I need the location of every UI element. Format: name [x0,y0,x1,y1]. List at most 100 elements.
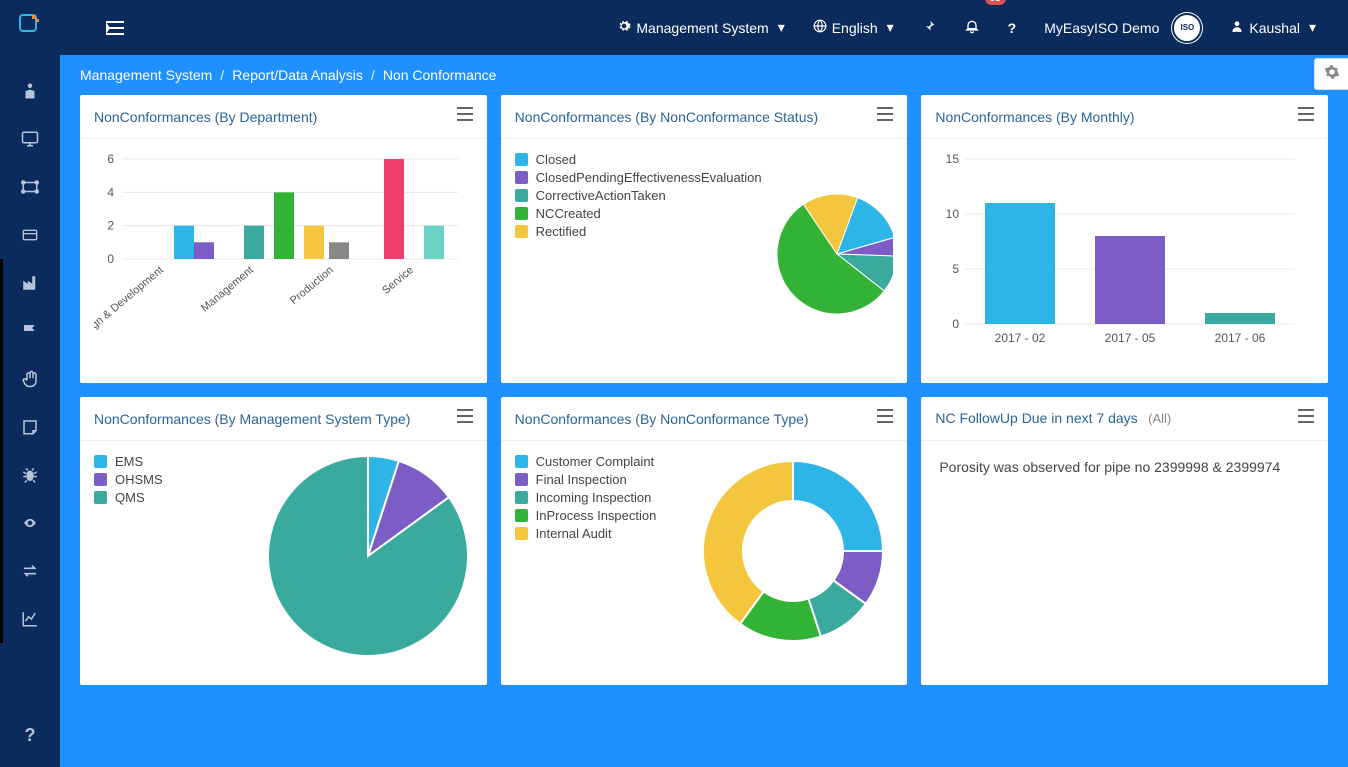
legend-item[interactable]: NCCreated [515,206,762,221]
legend-label: Rectified [536,224,587,239]
left-sidebar: ? [0,55,60,767]
card-title: NonConformances (By Department) [94,109,317,125]
svg-text:Management: Management [199,264,256,314]
legend-swatch [94,491,107,504]
legend-item[interactable]: ClosedPendingEffectivenessEvaluation [515,170,762,185]
sidebar-item-hand[interactable] [0,355,60,403]
svg-text:4: 4 [107,185,114,199]
svg-text:6: 6 [107,152,114,166]
card-title: NonConformances (By Monthly) [935,109,1134,125]
svg-text:5: 5 [953,262,960,276]
followup-filter-label[interactable]: (All) [1148,411,1171,426]
sidebar-item-bug[interactable] [0,451,60,499]
nav-management-system-label: Management System [636,20,768,36]
legend-label: Incoming Inspection [536,490,652,505]
sidebar-item-person[interactable] [0,67,60,115]
sidebar-item-card[interactable] [0,211,60,259]
card-menu-button[interactable] [457,107,473,126]
followup-list: Porosity was observed for pipe no 239999… [921,441,1328,685]
svg-text:2017 - 02: 2017 - 02 [995,331,1046,345]
legend-item[interactable]: EMS [94,454,163,469]
legend-item[interactable]: QMS [94,490,163,505]
pie-chart-status [772,189,894,319]
bar-chart-monthly: 0510152017 - 022017 - 052017 - 06 [935,149,1305,359]
card-menu-button[interactable] [877,409,893,428]
svg-text:sign & Development: sign & Development [94,264,166,336]
nav-pin-button[interactable] [908,0,950,55]
legend-label: InProcess Inspection [536,508,657,523]
card-menu-button[interactable] [877,107,893,126]
nav-notifications-button[interactable]: 83 [950,0,994,55]
sidebar-item-chart[interactable] [0,595,60,643]
pin-icon [922,19,936,36]
card-menu-button[interactable] [1298,107,1314,126]
legend-label: NCCreated [536,206,601,221]
breadcrumb-separator: / [371,67,375,83]
breadcrumb-link-2[interactable]: Report/Data Analysis [232,67,363,83]
card-nc-followup: NC FollowUp Due in next 7 days (All) Por… [921,397,1328,685]
legend-label: ClosedPendingEffectivenessEvaluation [536,170,762,185]
legend-item[interactable]: Final Inspection [515,472,657,487]
legend-item[interactable]: Incoming Inspection [515,490,657,505]
sidebar-item-help[interactable]: ? [0,711,60,759]
globe-icon [813,19,827,36]
legend-item[interactable]: Customer Complaint [515,454,657,469]
legend-item[interactable]: InProcess Inspection [515,508,657,523]
pie-chart-mstype [263,451,473,661]
legend-item[interactable]: Rectified [515,224,762,239]
nav-help-button[interactable]: ? [994,0,1031,55]
legend-swatch [94,455,107,468]
top-navbar: Management System ▾ English ▾ 83 ? MyEas… [0,0,1348,55]
legend-swatch [515,491,528,504]
user-icon [1230,19,1244,36]
sidebar-item-transfer[interactable] [0,547,60,595]
breadcrumb-link-1[interactable]: Management System [80,67,212,83]
nav-language-dropdown[interactable]: English ▾ [799,0,908,55]
legend-swatch [515,455,528,468]
card-nc-by-nctype: NonConformances (By NonConformance Type)… [501,397,908,685]
legend-swatch [515,509,528,522]
sidebar-item-note[interactable] [0,403,60,451]
svg-text:2017 - 05: 2017 - 05 [1105,331,1156,345]
legend-swatch [515,171,528,184]
svg-text:Production: Production [288,264,336,307]
legend-item[interactable]: Closed [515,152,762,167]
sidebar-item-eye[interactable] [0,499,60,547]
legend-label: OHSMS [115,472,163,487]
followup-item[interactable]: Porosity was observed for pipe no 239999… [935,451,1314,483]
nav-brand-label: MyEasyISO Demo [1044,20,1159,36]
svg-text:15: 15 [946,152,960,166]
svg-text:0: 0 [953,317,960,331]
svg-text:10: 10 [946,207,960,221]
breadcrumb-current: Non Conformance [383,67,497,83]
legend-item[interactable]: CorrectiveActionTaken [515,188,762,203]
app-logo-icon [18,13,42,42]
legend-swatch [515,473,528,486]
sidebar-item-diagram[interactable] [0,163,60,211]
legend-item[interactable]: OHSMS [94,472,163,487]
nav-user-dropdown[interactable]: Kaushal ▾ [1216,0,1330,55]
nav-toggle-sidebar[interactable] [92,0,138,55]
sidebar-item-industry[interactable] [0,259,60,307]
legend-item[interactable]: Internal Audit [515,526,657,541]
legend-swatch [515,189,528,202]
sidebar-item-flag[interactable] [0,307,60,355]
legend-label: EMS [115,454,143,469]
card-nc-by-status: NonConformances (By NonConformance Statu… [501,95,908,383]
sidebar-item-monitor[interactable] [0,115,60,163]
legend-swatch [515,153,528,166]
legend-swatch [94,473,107,486]
card-menu-button[interactable] [457,409,473,428]
legend-mstype: EMS OHSMS QMS [94,451,163,508]
svg-text:0: 0 [107,252,114,266]
card-menu-button[interactable] [1298,409,1314,428]
legend-label: CorrectiveActionTaken [536,188,666,203]
nav-language-label: English [832,20,878,36]
card-nc-by-mstype: NonConformances (By Management System Ty… [80,397,487,685]
chevron-down-icon: ▾ [1309,19,1316,36]
nav-user-label: Kaushal [1249,20,1300,36]
card-title: NonConformances (By Management System Ty… [94,411,410,427]
svg-text:Service: Service [380,264,416,297]
nav-brand-link[interactable]: MyEasyISO Demo ISO [1030,0,1216,55]
nav-management-system-dropdown[interactable]: Management System ▾ [603,0,798,55]
